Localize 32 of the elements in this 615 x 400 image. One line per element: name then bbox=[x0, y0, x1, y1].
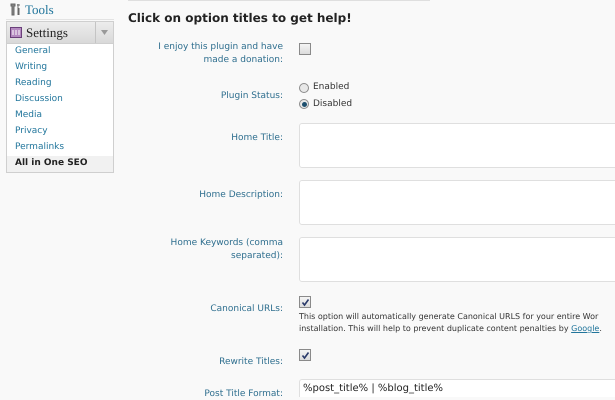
settings-submenu-item[interactable]: Media bbox=[7, 108, 113, 124]
settings-menu-header[interactable]: Settings bbox=[7, 22, 113, 44]
settings-submenu-item[interactable]: Writing bbox=[7, 60, 113, 76]
settings-submenu-item[interactable]: General bbox=[7, 44, 113, 60]
option-label[interactable]: Canonical URLs: bbox=[153, 303, 283, 316]
option-label[interactable]: Home Title: bbox=[153, 132, 283, 145]
radio-button[interactable] bbox=[299, 82, 309, 93]
settings-submenu-item[interactable]: Discussion bbox=[7, 92, 113, 108]
option-label[interactable]: Plugin Status: bbox=[153, 90, 283, 103]
checkbox[interactable] bbox=[299, 43, 311, 55]
dropdown-arrow-icon[interactable] bbox=[101, 30, 108, 35]
settings-submenu-item[interactable]: All in One SEO bbox=[7, 156, 113, 172]
option-label[interactable]: Home Description: bbox=[153, 189, 283, 202]
settings-submenu-item[interactable]: Permalinks bbox=[7, 140, 113, 156]
option-description: This option will automatically generate Canonical URLS for your entire Wor installation. This will help to prevent duplicate content penalties by Google. bbox=[299, 311, 602, 335]
radio-label: Disabled bbox=[313, 98, 352, 110]
page-heading: Click on option titles to get help! bbox=[128, 10, 353, 27]
tools-icon bbox=[10, 3, 22, 16]
option-label[interactable]: Post Title Format: bbox=[153, 388, 283, 400]
radio-label: Enabled bbox=[313, 81, 350, 94]
google-link[interactable]: Google bbox=[571, 324, 600, 333]
option-label[interactable]: Home Keywords (comma separated): bbox=[153, 237, 283, 263]
settings-icon bbox=[10, 27, 22, 38]
radio-button[interactable] bbox=[299, 99, 309, 110]
tools-menu-item[interactable]: Tools bbox=[6, 0, 114, 20]
checkbox[interactable] bbox=[299, 296, 311, 308]
checkbox[interactable] bbox=[299, 349, 311, 361]
option-label[interactable]: Rewrite Titles: bbox=[153, 356, 283, 369]
input-field[interactable]: %post_title% | %blog_title% bbox=[299, 379, 615, 397]
option-label[interactable]: I enjoy this plugin and have made a donation: bbox=[153, 41, 283, 67]
settings-submenu-item[interactable]: Privacy bbox=[7, 124, 113, 140]
settings-submenu-item[interactable]: Reading bbox=[7, 76, 113, 92]
